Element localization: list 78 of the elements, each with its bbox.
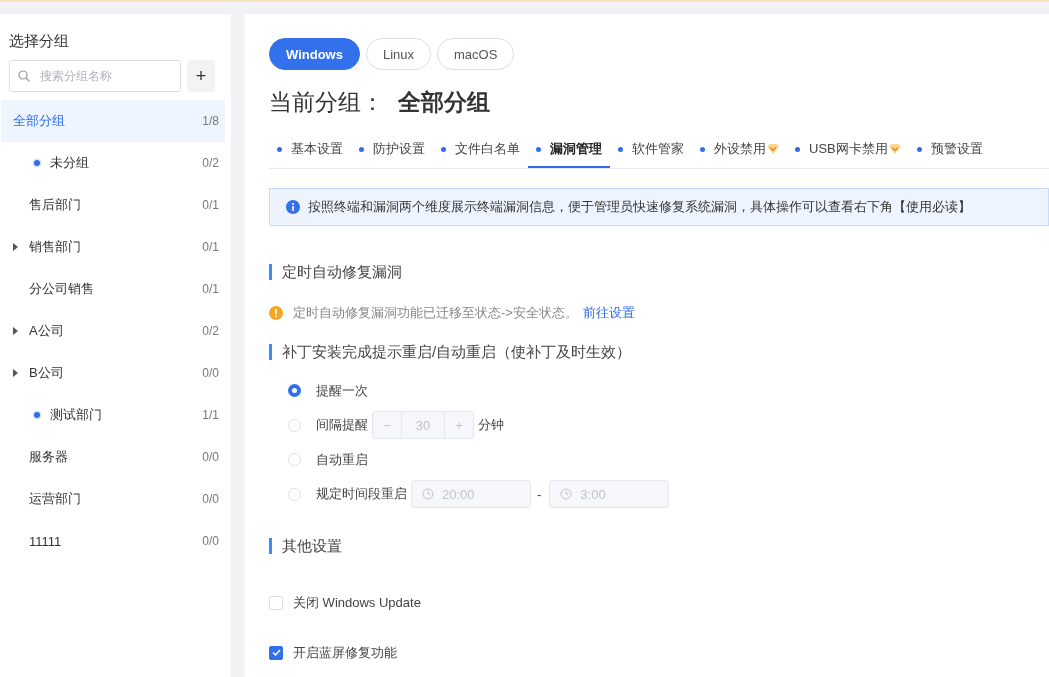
check-icon xyxy=(271,649,281,656)
section-title: 补丁安装完成提示重启/自动重启（使补丁及时生效） xyxy=(269,344,1049,360)
radio-label: 提醒一次 xyxy=(316,381,368,400)
group-item[interactable]: 服务器 0/0 xyxy=(1,436,225,478)
group-count: 0/0 xyxy=(202,450,219,464)
settings-tab[interactable]: 文件白名单 xyxy=(433,132,528,168)
search-field[interactable]: 搜索分组名称 xyxy=(9,60,181,92)
status-dot-icon xyxy=(32,158,42,168)
add-group-button[interactable]: + xyxy=(187,60,215,92)
radio-label: 规定时间段重启 xyxy=(316,485,407,503)
group-name: 售后部门 xyxy=(29,196,81,214)
group-item[interactable]: 测试部门 1/1 xyxy=(1,394,225,436)
group-name: 测试部门 xyxy=(50,406,102,424)
status-dot-icon xyxy=(32,410,42,420)
os-tab[interactable]: Windows xyxy=(269,38,360,70)
settings-tab[interactable]: 预警设置 xyxy=(908,132,991,168)
warning-icon xyxy=(269,306,283,320)
group-item[interactable]: 全部分组 1/8 xyxy=(1,100,225,142)
group-name: B公司 xyxy=(29,364,64,382)
settings-tab[interactable]: 软件管家 xyxy=(610,132,692,168)
caret-icon xyxy=(13,369,18,377)
os-tab[interactable]: macOS xyxy=(437,38,515,70)
info-icon xyxy=(286,200,300,214)
group-name: A公司 xyxy=(29,322,64,340)
group-name: 服务器 xyxy=(29,448,68,466)
group-count: 0/1 xyxy=(202,240,219,254)
clock-icon xyxy=(560,488,573,500)
os-tab[interactable]: Linux xyxy=(365,38,431,70)
premium-icon xyxy=(888,144,901,154)
group-name: 分公司销售 xyxy=(29,280,94,298)
search-icon xyxy=(18,70,30,82)
group-count: 0/0 xyxy=(202,366,219,380)
unit-label: 分钟 xyxy=(478,416,504,434)
group-item[interactable]: 售后部门 0/1 xyxy=(1,184,225,226)
group-item[interactable]: B公司 0/0 xyxy=(1,352,225,394)
settings-tab[interactable]: 漏洞管理 xyxy=(528,132,610,168)
group-item[interactable]: 未分组 0/2 xyxy=(1,142,225,184)
group-count: 0/0 xyxy=(202,534,219,548)
group-count: 1/8 xyxy=(202,114,219,128)
notice-text: 定时自动修复漏洞功能已迁移至状态->安全状态。 前往设置 xyxy=(293,304,635,322)
radio-label: 自动重启 xyxy=(316,450,368,469)
clock-icon xyxy=(422,488,434,500)
group-item[interactable]: 分公司销售 0/1 xyxy=(1,268,225,310)
range-separator: - xyxy=(537,486,542,502)
checkbox[interactable] xyxy=(269,645,283,660)
group-count: 0/1 xyxy=(202,282,219,296)
current-group-name: 全部分组 xyxy=(398,88,490,117)
group-count: 1/1 xyxy=(202,408,219,422)
section-title: 其他设置 xyxy=(269,538,1049,554)
settings-tab[interactable]: 防护设置 xyxy=(351,132,433,168)
group-item[interactable]: 销售部门 0/1 xyxy=(1,226,225,268)
current-group-label: 当前分组： xyxy=(269,88,384,117)
settings-tab[interactable]: 外设禁用 xyxy=(692,132,787,168)
group-name: 全部分组 xyxy=(13,112,65,130)
section-title: 定时自动修复漏洞 xyxy=(269,264,1049,280)
radio-button[interactable] xyxy=(288,384,301,397)
group-count: 0/2 xyxy=(202,156,219,170)
group-item[interactable]: A公司 0/2 xyxy=(1,310,225,352)
group-name: 销售部门 xyxy=(29,238,81,256)
caret-icon xyxy=(13,243,18,251)
group-count: 0/1 xyxy=(202,198,219,212)
checkbox-label: 开启蓝屏修复功能 xyxy=(293,643,397,662)
settings-link[interactable]: 前往设置 xyxy=(582,305,635,320)
sidebar-title: 选择分组 xyxy=(9,32,69,51)
info-text: 按照终端和漏洞两个维度展示终端漏洞信息，便于管理员快速修复系统漏洞，具体操作可以查看右下角【使用必读】 xyxy=(308,198,971,216)
group-name: 11111 xyxy=(29,533,62,549)
group-item[interactable]: 运营部门 0/0 xyxy=(1,478,225,520)
group-count: 0/2 xyxy=(202,324,219,338)
group-count: 0/0 xyxy=(202,492,219,506)
radio-label: 间隔提醒 xyxy=(316,416,368,434)
settings-tab[interactable]: USB网卡禁用 xyxy=(787,132,909,168)
group-name: 未分组 xyxy=(50,154,89,172)
group-item[interactable]: 11111 0/0 xyxy=(1,520,225,562)
caret-icon xyxy=(13,327,18,335)
premium-icon xyxy=(767,144,779,154)
group-name: 运营部门 xyxy=(29,490,81,508)
settings-tab[interactable]: 基本设置 xyxy=(269,132,351,168)
checkbox-label: 关闭 Windows Update xyxy=(293,593,421,612)
